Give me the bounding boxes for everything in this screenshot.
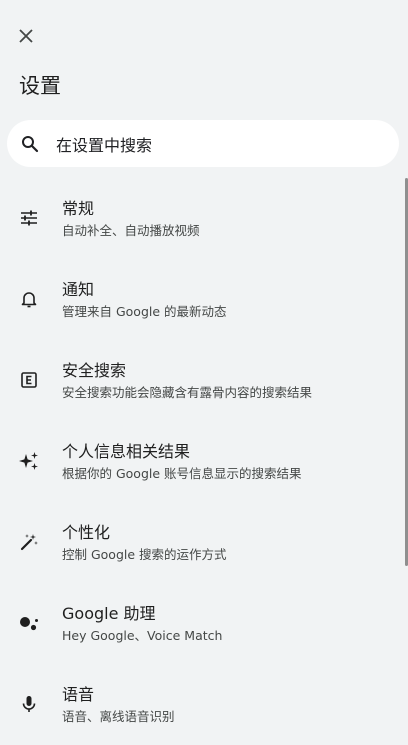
settings-item-personalization[interactable]: 个性化 控制 Google 搜索的运作方式: [0, 502, 408, 583]
close-button[interactable]: [12, 22, 40, 50]
assistant-icon: [17, 611, 41, 635]
search-placeholder: 在设置中搜索: [56, 135, 153, 155]
bell-icon: [17, 287, 41, 311]
magic-wand-icon: [17, 530, 41, 554]
item-subtitle: 管理来自 Google 的最新动态: [62, 304, 227, 319]
search-icon: [21, 135, 39, 153]
item-title: Google 助理: [62, 604, 156, 623]
tune-icon: [17, 206, 41, 230]
item-title: 通知: [62, 280, 95, 299]
close-icon: [19, 29, 33, 43]
item-title: 语音: [62, 685, 95, 704]
settings-item-google-assistant[interactable]: Google 助理 Hey Google、Voice Match: [0, 583, 408, 664]
item-title: 个性化: [62, 523, 111, 542]
settings-item-notifications[interactable]: 通知 管理来自 Google 的最新动态: [0, 259, 408, 340]
item-subtitle: 语音、离线语音识别: [62, 709, 175, 724]
item-subtitle: 自动补全、自动播放视频: [62, 223, 200, 238]
settings-item-voice[interactable]: 语音 语音、离线语音识别: [0, 664, 408, 745]
item-title: 个人信息相关结果: [62, 442, 191, 461]
page-title: 设置: [19, 74, 61, 98]
settings-item-general[interactable]: 常规 自动补全、自动播放视频: [0, 178, 408, 259]
explicit-icon: [17, 368, 41, 392]
mic-icon: [17, 692, 41, 716]
item-subtitle: 控制 Google 搜索的运作方式: [62, 547, 227, 562]
item-title: 安全搜索: [62, 361, 127, 380]
settings-list: 常规 自动补全、自动播放视频 通知 管理来自 Google 的最新动态 安全搜索…: [0, 178, 408, 745]
item-subtitle: 根据你的 Google 账号信息显示的搜索结果: [62, 466, 302, 481]
search-input[interactable]: 在设置中搜索: [7, 120, 399, 167]
settings-item-personal-results[interactable]: 个人信息相关结果 根据你的 Google 账号信息显示的搜索结果: [0, 421, 408, 502]
settings-item-safesearch[interactable]: 安全搜索 安全搜索功能会隐藏含有露骨内容的搜索结果: [0, 340, 408, 421]
sparkle-icon: [17, 449, 41, 473]
item-subtitle: Hey Google、Voice Match: [62, 628, 223, 643]
item-subtitle: 安全搜索功能会隐藏含有露骨内容的搜索结果: [62, 385, 313, 400]
top-bar: 设置: [0, 0, 408, 108]
item-title: 常规: [62, 199, 95, 218]
